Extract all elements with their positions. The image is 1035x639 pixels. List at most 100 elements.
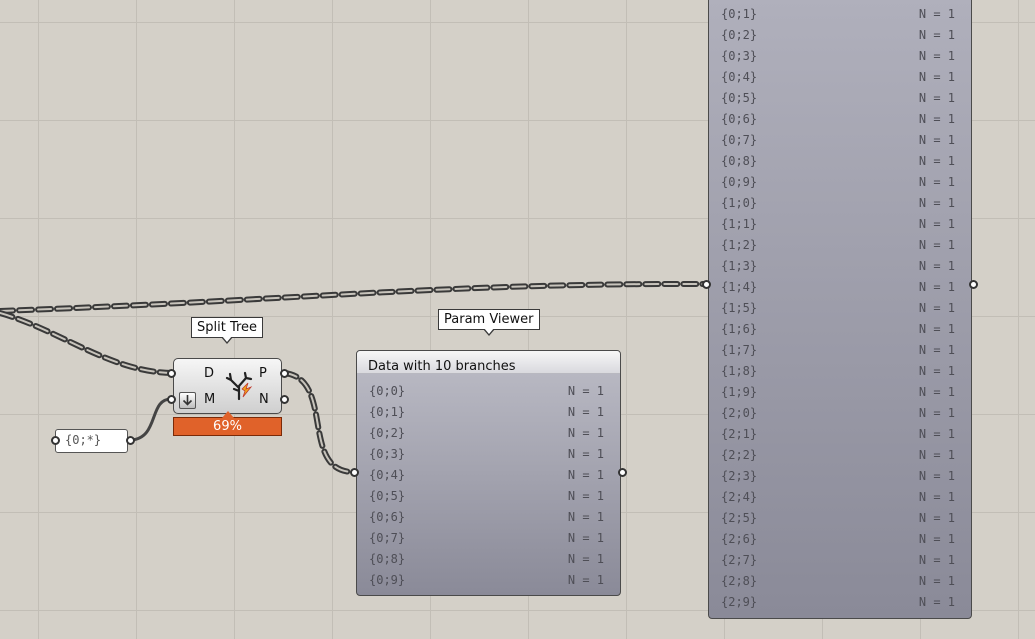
branch-row: {0;5} N = 1 — [709, 88, 971, 109]
branch-count: N = 1 — [918, 364, 955, 378]
branch-path: {0;1} — [721, 7, 758, 21]
branch-row: {0;1} N = 1 — [709, 4, 971, 25]
progress-bar: 69% — [173, 411, 282, 436]
branch-count: N = 1 — [918, 427, 955, 441]
input-m-label: M — [204, 392, 216, 407]
arrow-down-icon — [182, 395, 193, 406]
flatten-toggle-button[interactable] — [179, 392, 196, 409]
branch-count: N = 1 — [567, 510, 604, 524]
input-d-grip[interactable] — [167, 369, 176, 378]
split-tree-tooltip: Split Tree — [191, 317, 264, 344]
branch-row: {1;0} N = 1 — [709, 193, 971, 214]
branch-count: N = 1 — [918, 28, 955, 42]
branch-path: {0;4} — [369, 468, 406, 482]
branch-row: {0;3} N = 1 — [709, 46, 971, 67]
branch-path: {0;5} — [721, 91, 758, 105]
branch-row: {1;6} N = 1 — [709, 319, 971, 340]
branch-row: {0;7} N = 1 — [709, 130, 971, 151]
branch-row: {0;9} N = 1 — [357, 570, 620, 591]
branch-path: {0;7} — [721, 133, 758, 147]
branch-path: {0;7} — [369, 531, 406, 545]
branch-row: {1;2} N = 1 — [709, 235, 971, 256]
branch-path: {0;2} — [721, 28, 758, 42]
branch-count: N = 1 — [567, 489, 604, 503]
branch-row: {0;1} N = 1 — [357, 402, 620, 423]
branch-row: {2;9} N = 1 — [709, 592, 971, 613]
output-p-label: P — [259, 366, 267, 381]
branch-row: {0;3} N = 1 — [357, 444, 620, 465]
branch-row: {0;0} N = 1 — [357, 381, 620, 402]
branch-row: {1;4} N = 1 — [709, 277, 971, 298]
branch-count: N = 1 — [567, 468, 604, 482]
branch-row: {0;7} N = 1 — [357, 528, 620, 549]
branch-path: {0;3} — [369, 447, 406, 461]
branch-count: N = 1 — [918, 301, 955, 315]
branch-path: {2;0} — [721, 406, 758, 420]
output-n-grip[interactable] — [280, 395, 289, 404]
split-tree-component[interactable]: D M P N — [173, 358, 282, 414]
branch-path: {2;7} — [721, 553, 758, 567]
branch-row: {2;2} N = 1 — [709, 445, 971, 466]
param-viewer-large-input-grip[interactable] — [702, 280, 711, 289]
branch-count: N = 1 — [918, 595, 955, 609]
branch-row: {0;2} N = 1 — [709, 25, 971, 46]
mask-panel-output-grip[interactable] — [126, 436, 135, 445]
param-viewer-large-output-grip[interactable] — [969, 280, 978, 289]
output-p-grip[interactable] — [280, 369, 289, 378]
branch-row: {1;1} N = 1 — [709, 214, 971, 235]
branch-count: N = 1 — [918, 322, 955, 336]
branch-row: {1;9} N = 1 — [709, 382, 971, 403]
param-viewer-header: Data with 10 branches — [357, 351, 620, 374]
branch-row: {2;6} N = 1 — [709, 529, 971, 550]
branch-path: {2;5} — [721, 511, 758, 525]
branch-path: {0;6} — [721, 112, 758, 126]
branch-count: N = 1 — [567, 384, 604, 398]
param-viewer-small[interactable]: Data with 10 branches {0;0} N = 1 {0;1} N =… — [356, 350, 621, 596]
branch-row: {0;2} N = 1 — [357, 423, 620, 444]
branch-row: {2;8} N = 1 — [709, 571, 971, 592]
branch-path: {1;3} — [721, 259, 758, 273]
branch-count: N = 1 — [918, 532, 955, 546]
branch-path: {1;8} — [721, 364, 758, 378]
branch-path: {2;9} — [721, 595, 758, 609]
branch-path: {2;4} — [721, 490, 758, 504]
branch-count: N = 1 — [567, 552, 604, 566]
branch-count: N = 1 — [918, 238, 955, 252]
branch-path: {0;5} — [369, 489, 406, 503]
branch-path: {1;0} — [721, 196, 758, 210]
branch-count: N = 1 — [918, 259, 955, 273]
branch-count: N = 1 — [918, 49, 955, 63]
param-viewer-output-grip[interactable] — [618, 468, 627, 477]
branch-row: {0;8} N = 1 — [357, 549, 620, 570]
mask-panel[interactable]: {0;*} — [55, 429, 128, 453]
branch-count: N = 1 — [918, 448, 955, 462]
branch-count: N = 1 — [918, 154, 955, 168]
branch-count: N = 1 — [567, 531, 604, 545]
branch-path: {0;6} — [369, 510, 406, 524]
branch-row: {0;4} N = 1 — [709, 67, 971, 88]
input-m-grip[interactable] — [167, 395, 176, 404]
branch-path: {1;5} — [721, 301, 758, 315]
branch-count: N = 1 — [918, 490, 955, 504]
param-viewer-input-grip[interactable] — [350, 468, 359, 477]
branch-count: N = 1 — [918, 91, 955, 105]
branch-row: {2;7} N = 1 — [709, 550, 971, 571]
branch-row: {0;8} N = 1 — [709, 151, 971, 172]
mask-panel-value: {0;*} — [65, 433, 102, 447]
split-tree-icon — [225, 371, 253, 401]
branch-count: N = 1 — [567, 447, 604, 461]
branch-count: N = 1 — [918, 280, 955, 294]
branch-path: {2;2} — [721, 448, 758, 462]
branch-count: N = 1 — [918, 175, 955, 189]
branch-count: N = 1 — [567, 573, 604, 587]
branch-count: N = 1 — [918, 406, 955, 420]
param-viewer-large[interactable]: {0;1} N = 1 {0;2} N = 1 {0;3} N = 1 {0;4} N = 1… — [708, 0, 972, 619]
branch-row: {0;9} N = 1 — [709, 172, 971, 193]
mask-panel-input-grip[interactable] — [51, 436, 60, 445]
branch-count: N = 1 — [567, 405, 604, 419]
branch-path: {0;9} — [721, 175, 758, 189]
branch-path: {2;1} — [721, 427, 758, 441]
branch-path: {1;4} — [721, 280, 758, 294]
branch-count: N = 1 — [918, 7, 955, 21]
branch-path: {1;2} — [721, 238, 758, 252]
